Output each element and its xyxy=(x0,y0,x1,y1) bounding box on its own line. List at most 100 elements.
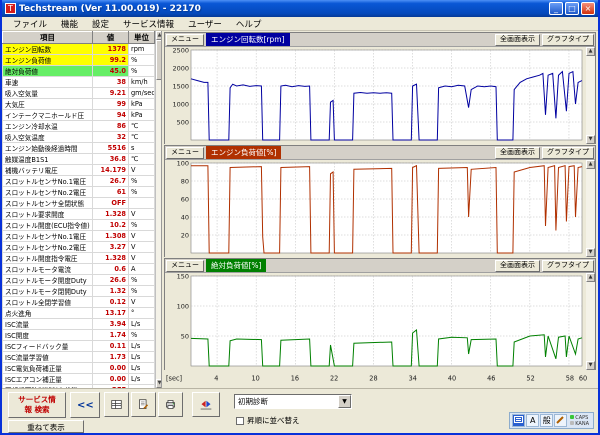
param-value: 0.11 xyxy=(93,341,129,352)
table-row[interactable]: スロットル要求開度1.328V xyxy=(3,209,155,220)
table-row[interactable]: スロットルセンサNo.1電圧26.7% xyxy=(3,176,155,187)
scroll-up-icon[interactable]: ▲ xyxy=(586,47,595,56)
fullscreen-button[interactable]: 全画面表示 xyxy=(495,147,540,159)
table-row[interactable]: スロットルセンサNo.2電圧61% xyxy=(3,187,155,198)
edit-note-button[interactable] xyxy=(131,392,156,417)
param-unit: % xyxy=(129,176,155,187)
table-row[interactable]: 点火進角13.17° xyxy=(3,308,155,319)
param-name: エンジン回転数 xyxy=(3,44,93,55)
graph-type-button[interactable]: グラフタイプ xyxy=(542,34,594,46)
service-info-search-button[interactable]: サービス情報 検索 xyxy=(8,392,66,418)
chart-menu-button[interactable]: メニュー xyxy=(166,147,204,159)
ime-pen-icon[interactable] xyxy=(554,414,567,427)
ime-input-mode[interactable]: A xyxy=(526,414,539,427)
snapshot-button[interactable] xyxy=(192,392,220,417)
svg-text:100: 100 xyxy=(177,302,189,310)
menu-item[interactable]: サービス情報 xyxy=(116,17,181,31)
bottom-toolbar: サービス情報 検索 << 重ねて表示 初期診断 ▼ 昇順に並べ替え A xyxy=(2,388,598,433)
graph-type-button[interactable]: グラフタイプ xyxy=(542,147,594,159)
table-row[interactable]: エンジン冷却水温86℃ xyxy=(3,121,155,132)
svg-text:60: 60 xyxy=(579,375,587,383)
table-row[interactable]: スロットルモータ電流0.6A xyxy=(3,264,155,275)
table-row[interactable]: ISCエアコン補正量0.00L/s xyxy=(3,374,155,385)
scroll-down-icon[interactable]: ▼ xyxy=(586,361,595,370)
table-row[interactable]: ISC流量学習値1.73L/s xyxy=(3,352,155,363)
table-row[interactable]: 絶対負荷値45.0% xyxy=(3,66,155,77)
table-row[interactable]: エンジン負荷値99.2% xyxy=(3,55,155,66)
overlay-display-button[interactable]: 重ねて表示 xyxy=(8,420,84,433)
table-row[interactable]: 吸入空気量9.21gm/sec xyxy=(3,88,155,99)
print-button[interactable] xyxy=(158,392,183,417)
chart-scrollbar[interactable]: ▲▼ xyxy=(586,160,595,257)
menu-item[interactable]: 設定 xyxy=(85,17,116,31)
main-area: 項目 値 単位 エンジン回転数1378rpmエンジン負荷値99.2%絶対負荷値4… xyxy=(2,31,598,388)
ime-conversion-mode[interactable]: 般 xyxy=(540,414,553,427)
param-name: スロットルセンサ全閉状態 xyxy=(3,198,93,209)
chart-scrollbar[interactable]: ▲▼ xyxy=(586,47,595,144)
param-unit: ° xyxy=(129,308,155,319)
table-row[interactable]: ISC電気負荷補正量0.00L/s xyxy=(3,363,155,374)
svg-text:50: 50 xyxy=(181,332,189,340)
keyboard-icon[interactable] xyxy=(512,414,525,427)
sort-ascending-checkbox[interactable] xyxy=(236,417,244,425)
table-row[interactable]: スロットル開度指令電圧1.328V xyxy=(3,253,155,264)
menu-item[interactable]: ユーザー xyxy=(181,17,229,31)
table-row[interactable]: エンジン始動後経過時間5516s xyxy=(3,143,155,154)
fullscreen-button[interactable]: 全画面表示 xyxy=(495,260,540,272)
scroll-up-icon[interactable]: ▲ xyxy=(586,273,595,282)
table-row[interactable]: ISC流量3.94L/s xyxy=(3,319,155,330)
minimize-button[interactable]: _ xyxy=(549,2,563,15)
table-row[interactable]: ISCフィードバック量0.11L/s xyxy=(3,341,155,352)
menu-item[interactable]: 機能 xyxy=(54,17,85,31)
table-row[interactable]: 車速38km/h xyxy=(3,77,155,88)
table-row[interactable]: スロットルセンサ全閉状態OFF xyxy=(3,198,155,209)
param-value: 1.328 xyxy=(93,209,129,220)
close-button[interactable]: × xyxy=(581,2,595,15)
param-value: 32 xyxy=(93,132,129,143)
param-value: 38 xyxy=(93,77,129,88)
col-header-value: 値 xyxy=(93,32,129,44)
back-button[interactable]: << xyxy=(70,392,100,418)
table-scrollbar[interactable]: ▲ ▼ xyxy=(155,31,162,388)
table-row[interactable]: エンジン回転数1378rpm xyxy=(3,44,155,55)
table-row[interactable]: 補機バッテリ電圧14.179V xyxy=(3,165,155,176)
menu-item[interactable]: ファイル xyxy=(6,17,54,31)
menu-item[interactable]: ヘルプ xyxy=(229,17,269,31)
scroll-up-icon[interactable]: ▲ xyxy=(586,160,595,169)
sort-checkbox-label: 昇順に並べ替え xyxy=(247,415,300,426)
table-row[interactable]: スロットルモータ閉開Duty1.32% xyxy=(3,286,155,297)
table-row[interactable]: 触媒温度B1S136.8℃ xyxy=(3,154,155,165)
chart-menu-button[interactable]: メニュー xyxy=(166,260,204,272)
diagnosis-mode-dropdown[interactable]: 初期診断 ▼ xyxy=(234,394,352,409)
table-row[interactable]: スロットル開度(ECU指令値)10.2% xyxy=(3,220,155,231)
param-unit: L/s xyxy=(129,319,155,330)
chart-scrollbar[interactable]: ▲▼ xyxy=(586,273,595,370)
scroll-down-icon[interactable]: ▼ xyxy=(586,248,595,257)
chevron-down-icon[interactable]: ▼ xyxy=(338,395,351,408)
svg-text:16: 16 xyxy=(291,375,299,383)
param-name: 大気圧 xyxy=(3,99,93,110)
table-row[interactable]: 吸入空気温度32℃ xyxy=(3,132,155,143)
edit-icon xyxy=(138,397,149,412)
table-row[interactable]: スロットルセンサNo.1電圧1.308V xyxy=(3,231,155,242)
maximize-button[interactable]: □ xyxy=(565,2,579,15)
table-row[interactable]: ISC開度1.74% xyxy=(3,330,155,341)
record-list-button[interactable] xyxy=(104,392,129,417)
graph-type-button[interactable]: グラフタイプ xyxy=(542,260,594,272)
param-name: エンジン冷却水温 xyxy=(3,121,93,132)
param-name: 吸入空気量 xyxy=(3,88,93,99)
table-row[interactable]: インテークマニホールド圧94kPa xyxy=(3,110,155,121)
table-row[interactable]: スロットルモータ開度Duty26.6% xyxy=(3,275,155,286)
param-value: 9.21 xyxy=(93,88,129,99)
chart-menu-button[interactable]: メニュー xyxy=(166,34,204,46)
table-row[interactable]: 大気圧99kPa xyxy=(3,99,155,110)
param-value: 1.74 xyxy=(93,330,129,341)
window-title: Techstream (Ver 11.00.019) - 22170 xyxy=(19,4,547,14)
table-icon xyxy=(111,397,122,412)
table-row[interactable]: スロットル全閉学習値0.12V xyxy=(3,297,155,308)
table-row[interactable]: スロットルセンサNo.2電圧3.27V xyxy=(3,242,155,253)
param-name: スロットルセンサNo.1電圧 xyxy=(3,231,93,242)
fullscreen-button[interactable]: 全画面表示 xyxy=(495,34,540,46)
chart-engine-load: メニューエンジン負荷値[%]全画面表示グラフタイプ20406080100▲▼ xyxy=(164,145,596,257)
scroll-down-icon[interactable]: ▼ xyxy=(586,135,595,144)
